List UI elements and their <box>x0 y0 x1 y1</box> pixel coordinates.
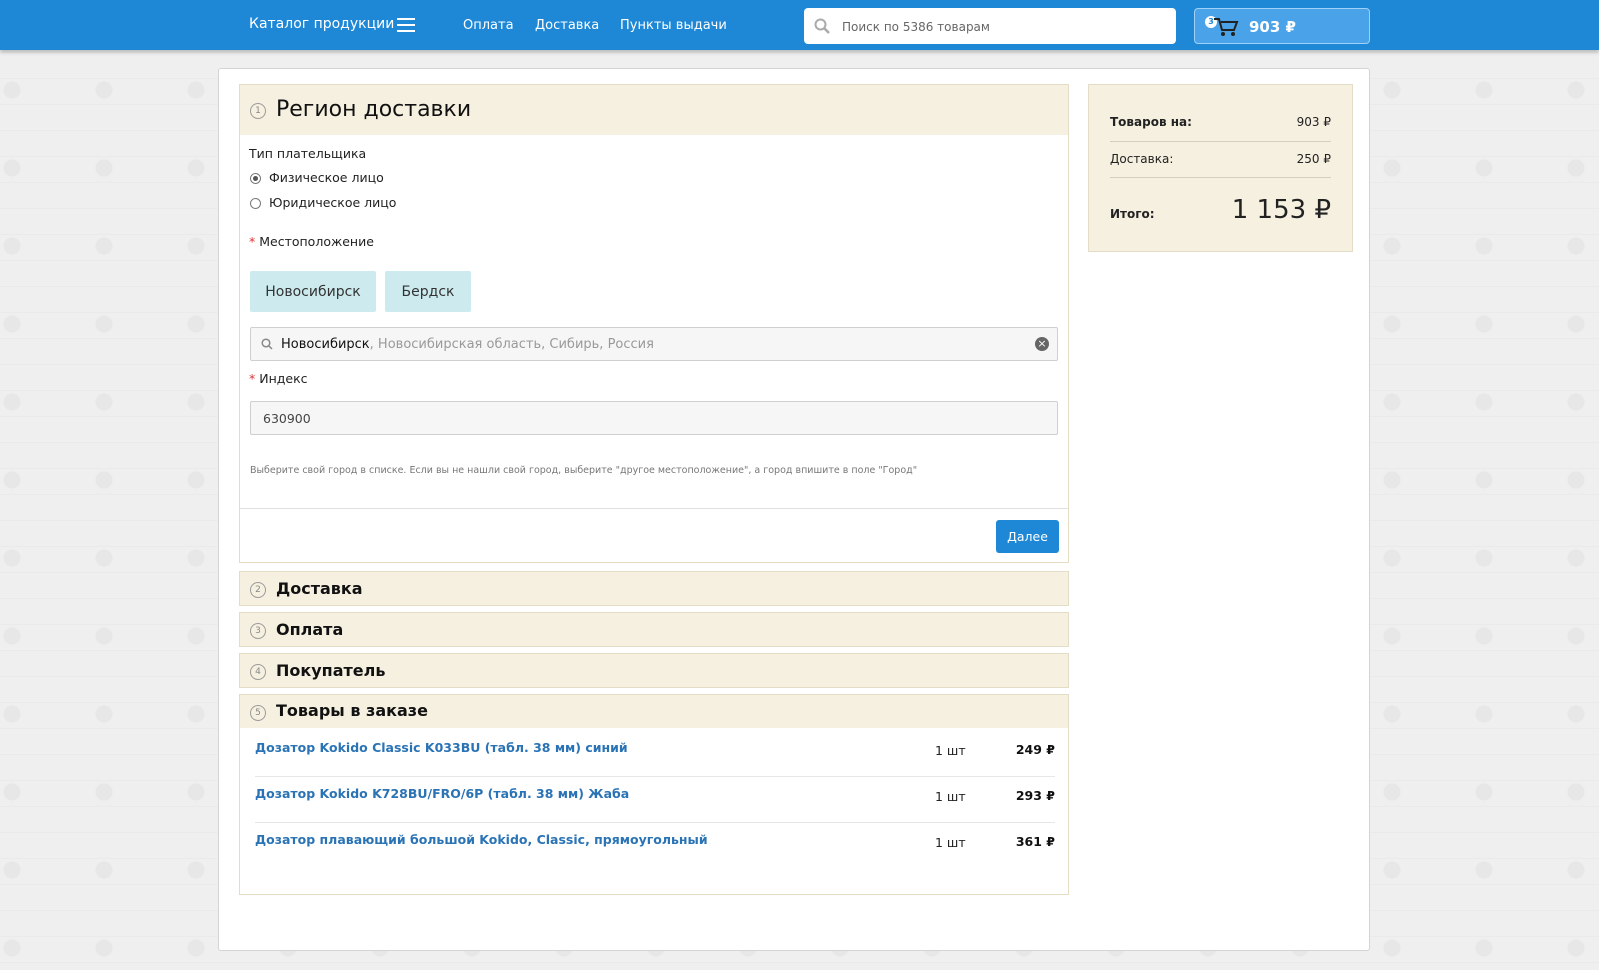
search-box <box>804 8 1176 46</box>
order-item-qty: 1 шт <box>935 789 966 804</box>
order-item-qty: 1 шт <box>935 835 966 850</box>
radio-legal-entity-label[interactable]: Юридическое лицо <box>269 195 396 210</box>
step-title: Оплата <box>276 620 344 639</box>
location-label: * Местоположение <box>249 234 374 249</box>
order-item: Дозатор плавающий большой Kokido, Classi… <box>255 822 1055 868</box>
step-delivery[interactable]: 2 Доставка <box>239 571 1069 606</box>
clear-icon[interactable]: × <box>1035 337 1049 351</box>
order-item-link[interactable]: Дозатор плавающий большой Kokido, Classi… <box>255 832 708 847</box>
order-item-price: 361 ₽ <box>1015 834 1055 849</box>
step-number: 3 <box>250 623 266 639</box>
summary-total-row: Итого: 1 153 ₽ <box>1110 195 1331 233</box>
step-region: 1 Регион доставки Тип плательщика Физиче… <box>239 84 1069 563</box>
search-input[interactable] <box>840 8 1164 46</box>
top-header: Каталог продукции Оплата Доставка Пункты… <box>0 0 1599 50</box>
cart-total: 903 ₽ <box>1249 18 1296 36</box>
step-number: 1 <box>250 103 266 119</box>
step-order-items: 5 Товары в заказе Дозатор Kokido Classic… <box>239 694 1069 895</box>
step-payment[interactable]: 3 Оплата <box>239 612 1069 647</box>
step-title: Товары в заказе <box>276 701 428 720</box>
step-buyer[interactable]: 4 Покупатель <box>239 653 1069 688</box>
step-title: Доставка <box>276 579 363 598</box>
menu-icon[interactable] <box>397 18 415 32</box>
divider <box>1110 141 1331 142</box>
city-button-novosibirsk[interactable]: Новосибирск <box>250 271 376 312</box>
summary-total-value: 1 153 ₽ <box>1231 195 1331 225</box>
radio-individual[interactable] <box>250 173 261 184</box>
nav-delivery[interactable]: Доставка <box>535 18 599 33</box>
location-value: Новосибирск, Новосибирская область, Сиби… <box>281 337 654 352</box>
nav-payment[interactable]: Оплата <box>463 18 514 33</box>
divider <box>240 508 1068 509</box>
order-item-qty: 1 шт <box>935 743 966 758</box>
order-item: Дозатор Kokido K728BU/FRO/6P (табл. 38 м… <box>255 776 1055 823</box>
next-button[interactable]: Далее <box>996 520 1059 553</box>
summary-delivery-label: Доставка: <box>1110 152 1174 166</box>
location-field[interactable]: Новосибирск, Новосибирская область, Сиби… <box>250 327 1058 361</box>
summary-goods-value: 903 ₽ <box>1296 115 1331 129</box>
summary-delivery-value: 250 ₽ <box>1296 152 1331 166</box>
search-icon <box>814 18 830 34</box>
order-item-link[interactable]: Дозатор Kokido Classic K033BU (табл. 38 … <box>255 740 628 755</box>
divider <box>1110 177 1331 178</box>
index-label: * Индекс <box>249 371 308 386</box>
step-title: Регион доставки <box>276 97 472 122</box>
step-number: 4 <box>250 664 266 680</box>
city-button-berdsk[interactable]: Бердск <box>385 271 471 312</box>
index-input[interactable] <box>250 401 1058 435</box>
order-item-link[interactable]: Дозатор Kokido K728BU/FRO/6P (табл. 38 м… <box>255 786 629 801</box>
step-number: 2 <box>250 582 266 598</box>
payer-type-label: Тип плательщика <box>249 146 367 161</box>
catalog-link[interactable]: Каталог продукции <box>249 16 394 32</box>
order-item-price: 249 ₽ <box>1015 742 1055 757</box>
summary-total-label: Итого: <box>1110 207 1155 221</box>
location-hint: Выберите свой город в списке. Если вы не… <box>250 465 918 476</box>
step-number: 5 <box>250 705 266 721</box>
cart-button[interactable]: 3 903 ₽ <box>1194 8 1370 44</box>
radio-legal-entity[interactable] <box>250 198 261 209</box>
summary-goods-label: Товаров на: <box>1110 115 1192 129</box>
order-item: Дозатор Kokido Classic K033BU (табл. 38 … <box>255 730 1055 777</box>
order-item-price: 293 ₽ <box>1015 788 1055 803</box>
radio-individual-label[interactable]: Физическое лицо <box>269 170 384 185</box>
step-title: Покупатель <box>276 661 386 680</box>
cart-icon <box>1214 18 1239 36</box>
search-icon <box>261 338 273 350</box>
step-region-header[interactable]: 1 Регион доставки <box>240 85 1068 135</box>
step-order-items-header[interactable]: 5 Товары в заказе <box>240 695 1068 728</box>
order-summary: Товаров на: 903 ₽ Доставка: 250 ₽ Итого:… <box>1088 84 1353 252</box>
nav-pickup-points[interactable]: Пункты выдачи <box>620 18 727 33</box>
